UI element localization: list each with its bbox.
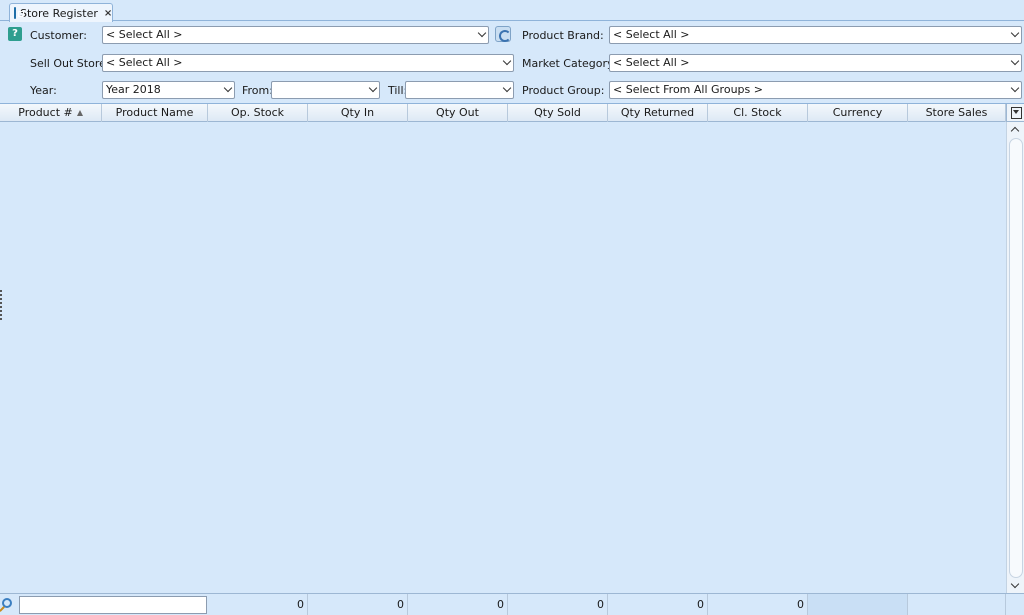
product-brand-select[interactable]: < Select All >: [609, 26, 1022, 44]
product-brand-label: Product Brand:: [522, 29, 604, 42]
total-qty-in: 0: [308, 594, 408, 615]
from-label: From:: [242, 84, 273, 97]
year-label: Year:: [30, 84, 57, 97]
product-group-select[interactable]: < Select From All Groups >: [609, 81, 1022, 99]
total-store-sales: [908, 594, 1006, 615]
column-header-qty-in[interactable]: Qty In: [308, 104, 408, 122]
scrollbar-thumb[interactable]: [1009, 138, 1023, 578]
refresh-icon[interactable]: [495, 26, 511, 42]
customer-label: Customer:: [30, 29, 87, 42]
search-icon[interactable]: [2, 598, 12, 608]
splitter-grip[interactable]: [0, 290, 3, 320]
grid-header: Product # Product Name Op. Stock Qty In …: [0, 104, 1006, 122]
chevron-down-icon: [368, 83, 378, 93]
chevron-down-icon: [502, 83, 512, 93]
close-icon[interactable]: ×: [104, 8, 112, 19]
column-chooser-icon[interactable]: [1006, 104, 1024, 122]
search-input[interactable]: [19, 596, 207, 614]
total-cl-stock: 0: [708, 594, 808, 615]
column-header-product-name[interactable]: Product Name: [102, 104, 208, 122]
chevron-down-icon: [477, 28, 487, 38]
total-currency: [808, 594, 908, 615]
sell-out-store-label: Sell Out Store:: [30, 57, 110, 70]
column-header-qty-returned[interactable]: Qty Returned: [608, 104, 708, 122]
year-select[interactable]: Year 2018: [102, 81, 235, 99]
scroll-up-icon[interactable]: [1007, 122, 1024, 138]
chevron-down-icon: [502, 56, 512, 66]
chevron-down-icon: [223, 83, 233, 93]
column-header-op-stock[interactable]: Op. Stock: [208, 104, 308, 122]
market-category-label: Market Category:: [522, 57, 617, 70]
column-header-cl-stock[interactable]: Cl. Stock: [708, 104, 808, 122]
help-icon[interactable]: ?: [8, 27, 22, 41]
from-date-select[interactable]: [271, 81, 380, 99]
column-header-qty-out[interactable]: Qty Out: [408, 104, 508, 122]
sort-ascending-icon: [76, 110, 83, 116]
market-category-select[interactable]: < Select All >: [609, 54, 1022, 72]
total-qty-sold: 0: [508, 594, 608, 615]
chevron-down-icon: [1010, 56, 1020, 66]
sell-out-store-select[interactable]: < Select All >: [102, 54, 514, 72]
chevron-down-icon: [1010, 28, 1020, 38]
total-qty-returned: 0: [608, 594, 708, 615]
total-op-stock: 0: [208, 594, 308, 615]
total-qty-out: 0: [408, 594, 508, 615]
year-select-value: Year 2018: [106, 83, 161, 96]
column-header-qty-sold[interactable]: Qty Sold: [508, 104, 608, 122]
column-header-store-sales[interactable]: Store Sales: [908, 104, 1006, 122]
column-header-currency[interactable]: Currency: [808, 104, 908, 122]
tab-label: Store Register: [20, 6, 98, 20]
store-register-icon: [14, 7, 24, 19]
scroll-down-icon[interactable]: [1007, 578, 1024, 594]
tab-strip: Store Register ×: [0, 0, 1024, 22]
product-group-label: Product Group:: [522, 84, 605, 97]
vertical-scrollbar[interactable]: [1006, 122, 1024, 594]
column-header-product-number[interactable]: Product #: [0, 104, 102, 122]
tab-store-register[interactable]: Store Register ×: [9, 3, 113, 22]
customer-select[interactable]: < Select All >: [102, 26, 489, 44]
grid-search: [0, 594, 207, 615]
sell-out-store-select-value: < Select All >: [106, 56, 183, 69]
market-category-select-value: < Select All >: [613, 56, 690, 69]
customer-select-value: < Select All >: [106, 28, 183, 41]
store-register-grid: Product # Product Name Op. Stock Qty In …: [0, 103, 1024, 594]
product-group-select-value: < Select From All Groups >: [613, 83, 763, 96]
till-date-select[interactable]: [405, 81, 514, 99]
product-brand-select-value: < Select All >: [613, 28, 690, 41]
grid-footer: 0 0 0 0 0 0: [0, 593, 1024, 615]
chevron-down-icon: [1010, 83, 1020, 93]
